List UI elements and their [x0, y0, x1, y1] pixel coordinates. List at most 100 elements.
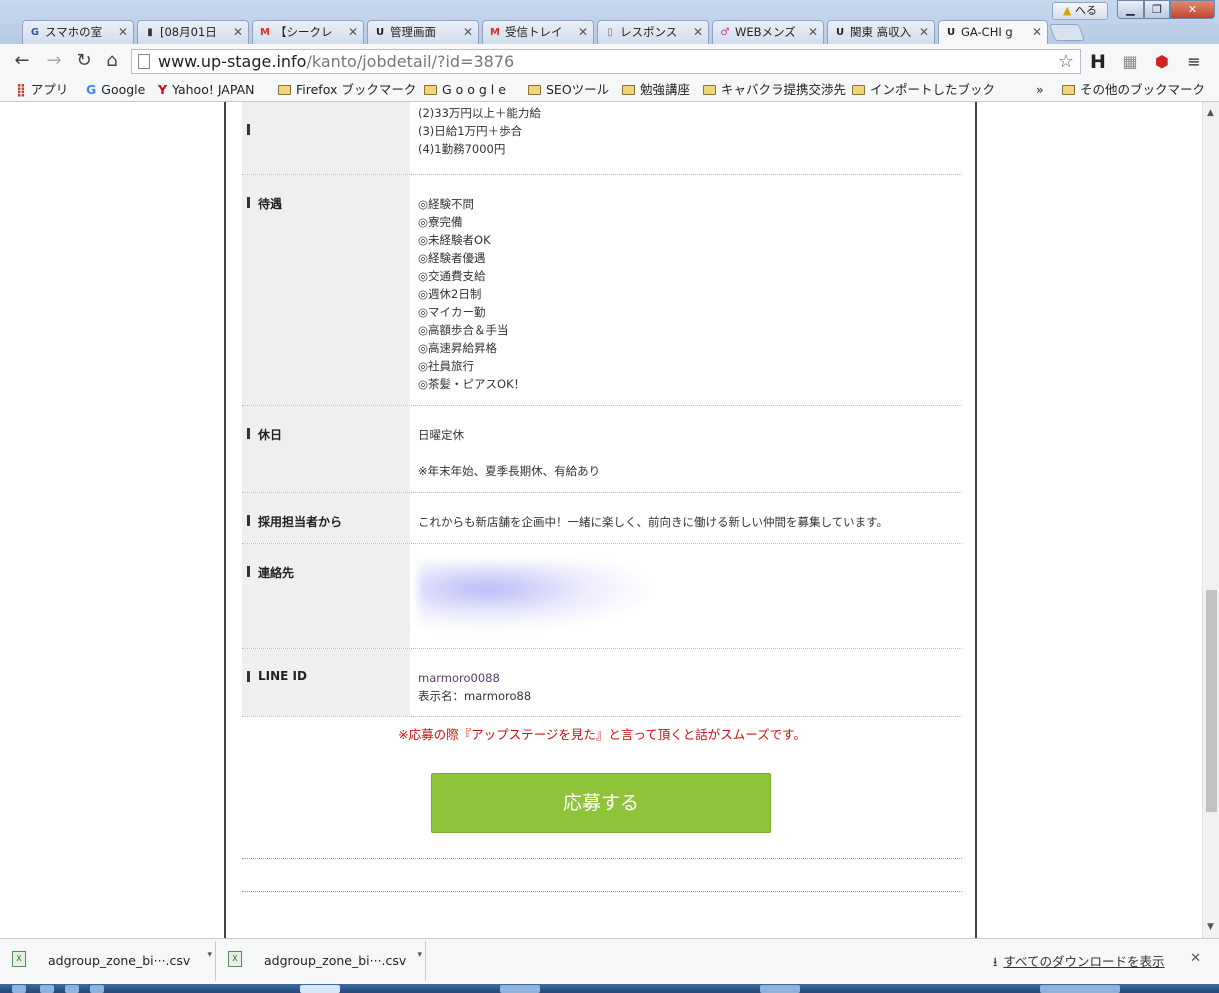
browser-tab[interactable]: G スマホの室 ✕	[22, 20, 134, 44]
adblock-extension-icon[interactable]: ⬢	[1152, 52, 1172, 72]
holiday-row: 休日 日曜定休 ※年末年始、夏季長期休、有給あり	[242, 406, 962, 493]
home-icon[interactable]: ⌂	[102, 51, 122, 71]
tab-favicon-icon: ▮	[147, 27, 153, 38]
browser-tab[interactable]: M 【シークレ ✕	[252, 20, 364, 44]
browser-tab[interactable]: U 管理画面 ✕	[367, 20, 479, 44]
list-item: 日曜定休	[418, 428, 464, 442]
browser-tab[interactable]: ▯ レスポンス ✕	[597, 20, 709, 44]
holiday-values: 日曜定休 ※年末年始、夏季長期休、有給あり	[410, 406, 600, 480]
list-item: ※年末年始、夏季長期休、有給あり	[418, 464, 601, 478]
back-icon[interactable]: ←	[12, 51, 32, 71]
bookmark-label: その他のブックマーク	[1080, 82, 1206, 97]
tab-close-icon[interactable]: ✕	[118, 21, 128, 44]
blurred-contact-info	[418, 562, 648, 630]
maximize-icon[interactable]: ❐	[1144, 0, 1170, 19]
scrollbar-thumb[interactable]	[1206, 590, 1217, 812]
folder-icon	[622, 85, 635, 95]
browser-tab[interactable]: U 関東 高収入 ✕	[827, 20, 935, 44]
bookmark-item[interactable]: キャバクラ提携交渉先	[703, 82, 846, 98]
contact-values	[410, 544, 950, 644]
close-window-icon[interactable]: ✕	[1170, 0, 1215, 19]
list-item: ◎高速昇給昇格	[418, 341, 498, 355]
bookmark-item[interactable]: SEOツール	[528, 82, 609, 98]
tab-close-icon[interactable]: ✕	[1032, 21, 1042, 44]
download-filename: adgroup_zone_bi···.csv	[48, 953, 191, 968]
tab-favicon-icon: U	[946, 27, 956, 38]
system-tray[interactable]	[1040, 985, 1120, 993]
tab-label: 関東 高収入	[850, 25, 912, 39]
yahoo-icon: Y	[158, 82, 168, 97]
taskbar-icon[interactable]	[12, 985, 26, 993]
line-id-link[interactable]: marmoro0088	[418, 669, 531, 687]
minimize-icon[interactable]: ▁	[1117, 0, 1144, 19]
profile-name: へる	[1074, 4, 1097, 17]
menu-icon[interactable]: ≡	[1184, 52, 1204, 72]
chevron-down-icon[interactable]: ▾	[417, 935, 422, 975]
taskbar-icon[interactable]	[65, 985, 79, 993]
tab-close-icon[interactable]: ✕	[578, 21, 588, 44]
list-item: ◎週休2日制	[418, 287, 482, 301]
h-extension-icon[interactable]: H	[1088, 52, 1108, 72]
bookmark-label: Yahoo! JAPAN	[172, 82, 255, 97]
bookmark-item[interactable]: インポートしたブック	[852, 82, 995, 98]
list-item: (2)33万円以上＋能力給	[418, 106, 541, 120]
url-host: www.up-stage.info	[158, 52, 307, 71]
vertical-scrollbar[interactable]: ▲ ▼	[1202, 102, 1219, 938]
list-item: ◎経験者優遇	[418, 251, 486, 265]
taskbar-icon[interactable]	[760, 985, 800, 993]
apps-icon: ⣿	[16, 82, 26, 97]
recruiter-message: これからも新店舗を企画中！一緒に楽しく、前向きに働ける新しい仲間を募集しています…	[418, 515, 888, 529]
download-item[interactable]: X adgroup_zone_bi···.csv ▾	[216, 941, 426, 981]
address-bar[interactable]: www.up-stage.info/kanto/jobdetail/?id=38…	[131, 49, 1081, 74]
apply-button[interactable]: 応募する	[431, 773, 771, 833]
bookmark-item[interactable]: G Google	[86, 82, 145, 98]
show-all-downloads-link[interactable]: ⭳ すべてのダウンロードを表示	[993, 951, 1165, 974]
bookmark-item[interactable]: 勉強講座	[622, 82, 690, 98]
benefits-row: 待遇 ◎経験不問 ◎寮完備 ◎未経験者OK ◎経験者優遇 ◎交通費支給 ◎週休2日制 ◎マイ…	[242, 175, 962, 406]
bookmark-item[interactable]: G o o g l e	[424, 82, 506, 98]
browser-tab[interactable]: ▮ [08月01日 ✕	[137, 20, 249, 44]
puzzle-extension-icon[interactable]: ▦	[1120, 52, 1140, 72]
bookmarks-bar: ⣿ アプリ G Google Y Yahoo! JAPAN Firefox ブックマーク G …	[0, 78, 1219, 102]
forward-icon[interactable]: →	[44, 51, 64, 71]
new-tab-button[interactable]	[1048, 24, 1086, 41]
taskbar-icon[interactable]	[90, 985, 104, 993]
scroll-up-icon[interactable]: ▲	[1207, 108, 1214, 118]
tab-favicon-icon: G	[30, 27, 40, 38]
tab-close-icon[interactable]: ✕	[348, 21, 358, 44]
browser-tab[interactable]: M 受信トレイ ✕	[482, 20, 594, 44]
taskbar-icon[interactable]	[500, 985, 540, 993]
benefits-label: 待遇	[242, 175, 410, 405]
tab-favicon-icon: M	[490, 27, 500, 38]
tab-close-icon[interactable]: ✕	[233, 21, 243, 44]
bookmark-item[interactable]: »	[1036, 82, 1044, 98]
bookmark-item[interactable]: ⣿ アプリ	[16, 82, 68, 98]
folder-icon	[703, 85, 716, 95]
chevron-down-icon[interactable]: ▾	[207, 935, 212, 975]
bookmark-item[interactable]: Firefox ブックマーク	[278, 82, 416, 98]
tab-close-icon[interactable]: ✕	[463, 21, 473, 44]
line-label: LINE ID	[242, 649, 410, 716]
tab-label: 管理画面	[390, 25, 436, 39]
list-item: ◎経験不問	[418, 197, 475, 211]
taskbar-icon[interactable]	[40, 985, 54, 993]
close-icon[interactable]: ✕	[1190, 951, 1201, 966]
bookmark-label: SEOツール	[546, 82, 610, 97]
list-item: (3)日給1万円＋歩合	[418, 124, 523, 138]
tab-close-icon[interactable]: ✕	[919, 21, 929, 44]
bookmark-item[interactable]: Y Yahoo! JAPAN	[158, 82, 255, 98]
profile-button[interactable]: ▲ へる	[1052, 2, 1108, 20]
browser-tab[interactable]: ♂ WEBメンズ ✕	[712, 20, 824, 44]
bookmark-star-icon[interactable]: ☆	[1058, 50, 1074, 73]
taskbar-icon[interactable]	[300, 985, 340, 993]
reload-icon[interactable]: ↻	[74, 51, 94, 71]
tab-close-icon[interactable]: ✕	[808, 21, 818, 44]
scroll-down-icon[interactable]: ▼	[1207, 922, 1214, 932]
browser-tab[interactable]: U GA-CHI g ✕	[938, 20, 1048, 45]
salary-header	[242, 102, 410, 174]
bookmark-item[interactable]: その他のブックマーク	[1062, 82, 1205, 98]
tab-close-icon[interactable]: ✕	[693, 21, 703, 44]
tab-favicon-icon: ▯	[607, 27, 613, 38]
download-item[interactable]: X adgroup_zone_bi···.csv ▾	[0, 941, 216, 981]
show-all-label: すべてのダウンロードを表示	[1003, 954, 1165, 969]
